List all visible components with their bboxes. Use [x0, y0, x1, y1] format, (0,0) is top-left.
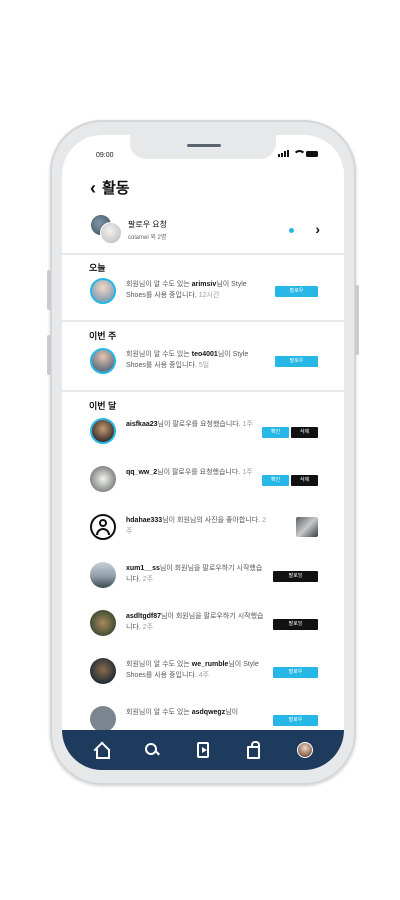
list-item: xum1__ss님이 회원님을 팔로우하기 시작했습니다. 2주 팔로잉	[90, 561, 318, 593]
delete-button[interactable]: 삭제	[291, 475, 318, 486]
section-title-today: 오늘	[89, 263, 106, 273]
battery-icon	[306, 150, 318, 157]
volume-up-button	[47, 270, 51, 310]
chevron-right-icon[interactable]: ›	[315, 221, 320, 237]
unread-dot	[289, 228, 294, 233]
video-icon	[196, 742, 209, 758]
tab-search[interactable]	[142, 740, 162, 760]
activity-text: 회원님이 알 수도 있는 asdqwegz님이	[126, 709, 239, 716]
list-item: qq_ww_2님이 팔로우를 요청했습니다. 1주 확인 삭제	[90, 465, 318, 497]
activity-text: hdahae333님이 회원님의 사진을 좋아합니다. 2주	[126, 517, 266, 535]
signal-icon	[278, 150, 289, 157]
divider	[62, 320, 344, 322]
avatar[interactable]	[90, 348, 116, 374]
liked-photo-thumbnail[interactable]	[296, 517, 318, 537]
screen: 09:00 ‹ 활동 팔로우 요청 colamel 외 2명 › 오늘 회원님이…	[62, 135, 344, 770]
activity-text: asdltgdf87님이 회원님을 팔로우하기 시작했습니다. 2주	[126, 613, 264, 631]
home-icon	[94, 743, 111, 759]
tab-profile[interactable]	[295, 740, 315, 760]
follow-button[interactable]: 팔로우	[275, 286, 318, 297]
default-profile-icon	[96, 519, 110, 535]
activity-text: 회원님이 알 수도 있는 teo4001님이 Style Shoes를 사용 중…	[126, 351, 249, 369]
list-item: hdahae333님이 회원님의 사진을 좋아합니다. 2주	[90, 513, 318, 545]
tab-video[interactable]	[193, 740, 213, 760]
list-item: aisfkaa23님이 팔로우를 요청했습니다. 1주 확인 삭제	[90, 417, 318, 449]
avatar[interactable]	[90, 278, 116, 304]
volume-down-button	[47, 335, 51, 375]
list-item: asdltgdf87님이 회원님을 팔로우하기 시작했습니다. 2주 팔로잉	[90, 609, 318, 641]
avatar[interactable]	[90, 706, 116, 732]
list-item: 회원님이 알 수도 있는 we_rumble님이 Style Shoes를 사용…	[90, 657, 318, 689]
tab-home[interactable]	[91, 740, 111, 760]
avatar[interactable]	[90, 466, 116, 492]
avatar[interactable]	[90, 514, 116, 540]
bottom-tab-bar	[62, 730, 344, 770]
page-title: 활동	[102, 180, 130, 197]
activity-text: aisfkaa23님이 팔로우를 요청했습니다. 1주	[126, 421, 253, 428]
follow-request-title: 팔로우 요청	[128, 220, 168, 229]
confirm-button[interactable]: 확인	[262, 475, 289, 486]
notch	[130, 135, 276, 159]
follow-request-subtitle: colamel 외 2명	[128, 235, 167, 241]
power-button	[355, 285, 359, 355]
activity-text: xum1__ss님이 회원님을 팔로우하기 시작했습니다. 2주	[126, 565, 263, 583]
wifi-icon	[293, 150, 306, 157]
avatar	[100, 222, 122, 244]
tab-shop[interactable]	[244, 740, 264, 760]
avatar[interactable]	[90, 562, 116, 588]
activity-text: 회원님이 알 수도 있는 arimsiv님이 Style Shoes를 사용 중…	[126, 281, 247, 299]
back-chevron-icon[interactable]: ‹	[90, 179, 96, 197]
avatar[interactable]	[90, 658, 116, 684]
status-time: 09:00	[96, 152, 114, 159]
speaker	[187, 144, 221, 147]
list-item: 회원님이 알 수도 있는 teo4001님이 Style Shoes를 사용 중…	[90, 347, 318, 379]
following-button[interactable]: 팔로잉	[273, 571, 318, 582]
following-button[interactable]: 팔로잉	[273, 619, 318, 630]
avatar[interactable]	[90, 610, 116, 636]
activity-text: 회원님이 알 수도 있는 we_rumble님이 Style Shoes를 사용…	[126, 661, 259, 679]
header: ‹ 활동	[90, 177, 130, 198]
follow-requests-row[interactable]: 팔로우 요청 colamel 외 2명 ›	[90, 213, 320, 247]
phone-frame: 09:00 ‹ 활동 팔로우 요청 colamel 외 2명 › 오늘 회원님이…	[47, 120, 359, 785]
avatar[interactable]	[90, 418, 116, 444]
delete-button[interactable]: 삭제	[291, 427, 318, 438]
search-icon	[145, 743, 159, 757]
divider	[62, 253, 344, 255]
section-title-this-week: 이번 주	[89, 331, 117, 341]
list-item: 회원님이 알 수도 있는 arimsiv님이 Style Shoes를 사용 중…	[90, 277, 318, 309]
section-title-this-month: 이번 달	[89, 401, 117, 411]
profile-avatar	[296, 742, 313, 758]
activity-text: qq_ww_2님이 팔로우를 요청했습니다. 1주	[126, 469, 253, 476]
follow-button[interactable]: 팔로우	[273, 667, 318, 678]
follow-request-avatars	[90, 214, 124, 246]
divider	[62, 390, 344, 392]
follow-button[interactable]: 팔로우	[273, 715, 318, 726]
status-icons	[278, 150, 318, 157]
shopping-bag-icon	[247, 740, 261, 759]
follow-button[interactable]: 팔로우	[275, 356, 318, 367]
confirm-button[interactable]: 확인	[262, 427, 289, 438]
